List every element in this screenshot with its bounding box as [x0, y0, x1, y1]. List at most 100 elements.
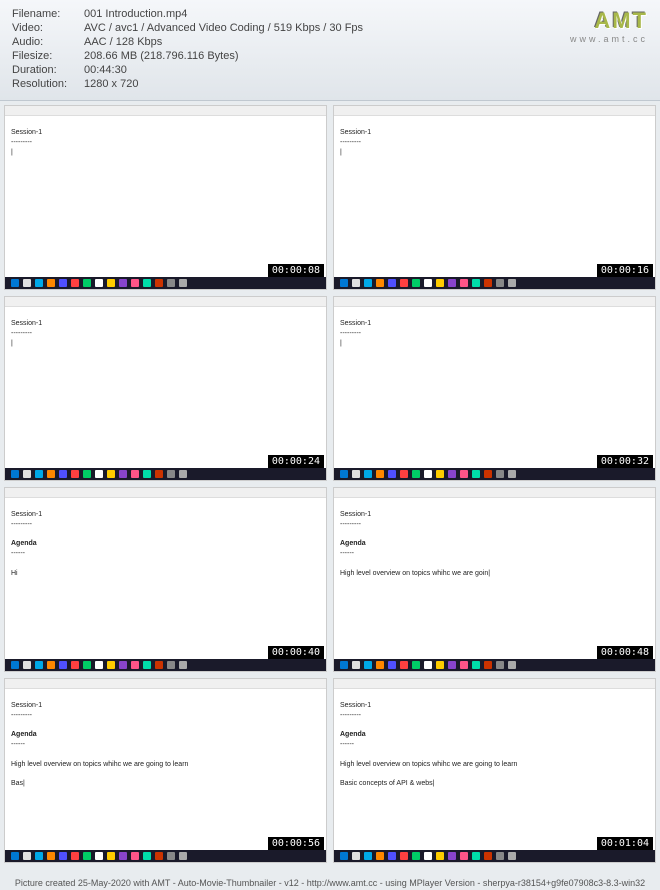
- session-line: Session-1: [340, 510, 649, 520]
- windows-taskbar: [5, 277, 326, 289]
- taskbar-icon: [107, 661, 115, 669]
- taskbar-icon: [340, 279, 348, 287]
- windows-taskbar: [5, 468, 326, 480]
- audio-label: Audio:: [12, 36, 84, 48]
- taskbar-icon: [167, 661, 175, 669]
- taskbar-icon: [400, 279, 408, 287]
- thumbnail-grid: Session-1---------|00:00:08Session-1----…: [0, 101, 660, 867]
- taskbar-icon: [131, 852, 139, 860]
- taskbar-icon: [484, 852, 492, 860]
- taskbar-icon: [47, 661, 55, 669]
- taskbar-icon: [376, 661, 384, 669]
- video-value: AVC / avc1 / Advanced Video Coding / 519…: [84, 22, 363, 34]
- taskbar-icon: [107, 470, 115, 478]
- notepad-titlebar: [334, 297, 655, 307]
- taskbar-icon: [424, 661, 432, 669]
- taskbar-icon: [388, 279, 396, 287]
- logo-url: www.amt.cc: [570, 34, 648, 44]
- session-line: Session-1: [340, 701, 649, 711]
- content-line: [340, 530, 649, 540]
- taskbar-icon: [364, 661, 372, 669]
- timestamp-overlay: 00:00:24: [268, 455, 324, 468]
- notepad-content: Session-1--------- Agenda------ High lev…: [5, 697, 326, 793]
- content-line: ------: [11, 740, 320, 750]
- content-line: [340, 559, 649, 569]
- taskbar-icon: [436, 279, 444, 287]
- content-line: High level overview on topics whihc we a…: [11, 760, 320, 770]
- audio-value: AAC / 128 Kbps: [84, 36, 162, 48]
- thumbnail: Session-1--------- Agenda------ High lev…: [333, 678, 656, 863]
- taskbar-icon: [376, 852, 384, 860]
- taskbar-icon: [131, 661, 139, 669]
- taskbar-icon: [95, 470, 103, 478]
- windows-taskbar: [334, 277, 655, 289]
- dash-line: ---------: [340, 711, 649, 721]
- taskbar-icon: [155, 852, 163, 860]
- content-line: [11, 530, 320, 540]
- dash-line: ---------: [11, 329, 320, 339]
- content-line: ------: [11, 549, 320, 559]
- taskbar-icon: [460, 279, 468, 287]
- logo-text: AMT: [570, 8, 648, 34]
- timestamp-overlay: 00:00:40: [268, 646, 324, 659]
- taskbar-icon: [131, 470, 139, 478]
- taskbar-icon: [71, 279, 79, 287]
- content-line: High level overview on topics whihc we a…: [340, 760, 649, 770]
- taskbar-icon: [400, 852, 408, 860]
- filename-label: Filename:: [12, 8, 84, 20]
- taskbar-icon: [424, 279, 432, 287]
- taskbar-icon: [472, 470, 480, 478]
- notepad-content: Session-1--------- Agenda------ High lev…: [334, 506, 655, 583]
- taskbar-icon: [119, 470, 127, 478]
- content-line: Bas|: [11, 779, 320, 789]
- taskbar-icon: [352, 852, 360, 860]
- taskbar-icon: [23, 852, 31, 860]
- content-line: Agenda: [11, 539, 320, 549]
- thumbnail: Session-1---------|00:00:08: [4, 105, 327, 290]
- notepad-titlebar: [334, 679, 655, 689]
- notepad-menu: [334, 116, 655, 124]
- taskbar-icon: [59, 852, 67, 860]
- taskbar-icon: [340, 661, 348, 669]
- taskbar-icon: [508, 852, 516, 860]
- session-line: Session-1: [11, 510, 320, 520]
- content-line: |: [11, 148, 320, 158]
- metadata-header: Filename: 001 Introduction.mp4 Video: AV…: [0, 0, 660, 101]
- thumbnail: Session-1---------|00:00:32: [333, 296, 656, 481]
- taskbar-icon: [35, 279, 43, 287]
- taskbar-icon: [179, 852, 187, 860]
- thumbnail: Session-1--------- Agenda------ High lev…: [333, 487, 656, 672]
- notepad-content: Session-1---------|: [5, 315, 326, 352]
- notepad-menu: [5, 116, 326, 124]
- resolution-value: 1280 x 720: [84, 78, 138, 90]
- notepad-content: Session-1---------|: [5, 124, 326, 161]
- taskbar-icon: [23, 661, 31, 669]
- taskbar-icon: [23, 470, 31, 478]
- taskbar-icon: [436, 470, 444, 478]
- taskbar-icon: [496, 661, 504, 669]
- taskbar-icon: [400, 661, 408, 669]
- windows-taskbar: [334, 850, 655, 862]
- dash-line: ---------: [340, 329, 649, 339]
- taskbar-icon: [179, 661, 187, 669]
- taskbar-icon: [155, 279, 163, 287]
- taskbar-icon: [448, 661, 456, 669]
- thumbnail: Session-1---------|00:00:16: [333, 105, 656, 290]
- taskbar-icon: [83, 661, 91, 669]
- taskbar-icon: [11, 279, 19, 287]
- taskbar-icon: [107, 279, 115, 287]
- taskbar-icon: [95, 279, 103, 287]
- notepad-content: Session-1---------|: [334, 124, 655, 161]
- content-line: [11, 770, 320, 780]
- notepad-titlebar: [5, 297, 326, 307]
- taskbar-icon: [107, 852, 115, 860]
- taskbar-icon: [364, 279, 372, 287]
- taskbar-icon: [340, 852, 348, 860]
- taskbar-icon: [472, 279, 480, 287]
- video-label: Video:: [12, 22, 84, 34]
- taskbar-icon: [95, 852, 103, 860]
- taskbar-icon: [448, 470, 456, 478]
- taskbar-icon: [484, 279, 492, 287]
- dash-line: ---------: [11, 520, 320, 530]
- notepad-menu: [334, 307, 655, 315]
